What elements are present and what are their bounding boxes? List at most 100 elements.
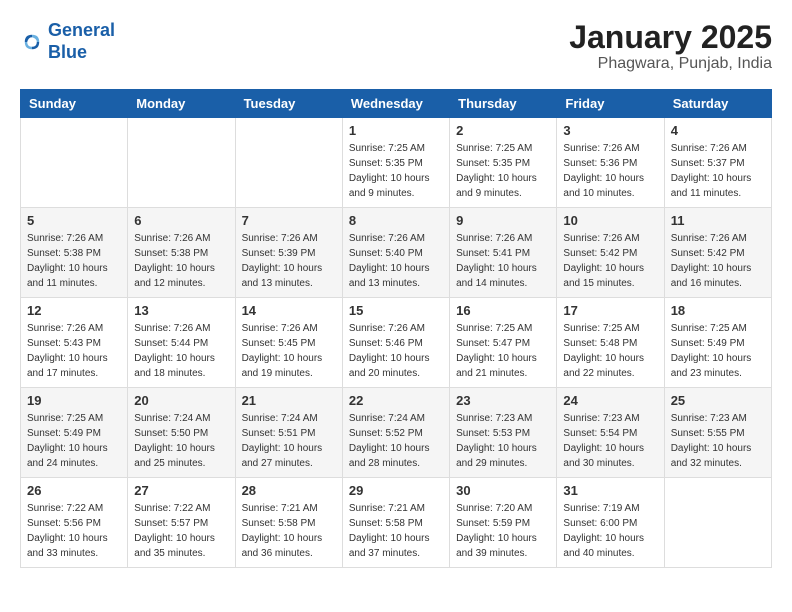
calendar-cell: 16Sunrise: 7:25 AM Sunset: 5:47 PM Dayli… [450, 298, 557, 388]
calendar-cell: 10 Sunrise: 7:26 AM Sunset: 5:42 PM Dayli… [557, 208, 664, 298]
day-number: 11 [671, 213, 765, 228]
calendar-cell: 17Sunrise: 7:25 AM Sunset: 5:48 PM Dayli… [557, 298, 664, 388]
day-number: 6 [134, 213, 228, 228]
day-number: 9 [456, 213, 550, 228]
day-number: 22 [349, 393, 443, 408]
calendar-cell: 6 Sunrise: 7:26 AM Sunset: 5:38 PM Daylig… [128, 208, 235, 298]
calendar-cell: 2Sunrise: 7:25 AM Sunset: 5:35 PM Daylig… [450, 118, 557, 208]
day-number: 7 [242, 213, 336, 228]
logo-text: General Blue [48, 20, 115, 63]
day-number: 14 [242, 303, 336, 318]
weekday-header-row: SundayMondayTuesdayWednesdayThursdayFrid… [21, 90, 772, 118]
day-number: 18 [671, 303, 765, 318]
logo-icon [20, 30, 44, 54]
day-info: Sunrise: 7:26 AM Sunset: 5:39 PM Dayligh… [242, 231, 336, 291]
calendar-cell: 19 Sunrise: 7:25 AM Sunset: 5:49 PM Dayli… [21, 388, 128, 478]
day-number: 31 [563, 483, 657, 498]
logo-line1: General [48, 20, 115, 40]
day-number: 28 [242, 483, 336, 498]
calendar-cell: 20Sunrise: 7:24 AM Sunset: 5:50 PM Dayli… [128, 388, 235, 478]
day-info: Sunrise: 7:26 AM Sunset: 5:42 PM Dayligh… [563, 231, 657, 291]
day-number: 30 [456, 483, 550, 498]
calendar-cell: 8 Sunrise: 7:26 AM Sunset: 5:40 PM Daylig… [342, 208, 449, 298]
week-row-5: 26Sunrise: 7:22 AM Sunset: 5:56 PM Dayli… [21, 478, 772, 568]
day-info: Sunrise: 7:23 AM Sunset: 5:55 PM Dayligh… [671, 411, 765, 471]
calendar-cell: 26Sunrise: 7:22 AM Sunset: 5:56 PM Dayli… [21, 478, 128, 568]
day-info: Sunrise: 7:26 AM Sunset: 5:43 PM Dayligh… [27, 321, 121, 381]
calendar-cell: 11 Sunrise: 7:26 AM Sunset: 5:42 PM Dayli… [664, 208, 771, 298]
calendar-cell: 28Sunrise: 7:21 AM Sunset: 5:58 PM Dayli… [235, 478, 342, 568]
day-info: Sunrise: 7:26 AM Sunset: 5:40 PM Dayligh… [349, 231, 443, 291]
day-number: 24 [563, 393, 657, 408]
day-info: Sunrise: 7:23 AM Sunset: 5:53 PM Dayligh… [456, 411, 550, 471]
day-info: Sunrise: 7:25 AM Sunset: 5:49 PM Dayligh… [671, 321, 765, 381]
day-info: Sunrise: 7:26 AM Sunset: 5:36 PM Dayligh… [563, 141, 657, 201]
day-info: Sunrise: 7:26 AM Sunset: 5:37 PM Dayligh… [671, 141, 765, 201]
calendar-cell: 7 Sunrise: 7:26 AM Sunset: 5:39 PM Daylig… [235, 208, 342, 298]
day-info: Sunrise: 7:26 AM Sunset: 5:46 PM Dayligh… [349, 321, 443, 381]
calendar-cell: 22 Sunrise: 7:24 AM Sunset: 5:52 PM Dayli… [342, 388, 449, 478]
calendar-cell [664, 478, 771, 568]
day-number: 3 [563, 123, 657, 138]
logo: General Blue [20, 20, 115, 63]
day-number: 1 [349, 123, 443, 138]
day-number: 5 [27, 213, 121, 228]
weekday-header-saturday: Saturday [664, 90, 771, 118]
month-title: January 2025 [569, 20, 772, 55]
day-info: Sunrise: 7:26 AM Sunset: 5:41 PM Dayligh… [456, 231, 550, 291]
calendar-cell: 30 Sunrise: 7:20 AM Sunset: 5:59 PM Dayli… [450, 478, 557, 568]
calendar-cell: 12 Sunrise: 7:26 AM Sunset: 5:43 PM Dayli… [21, 298, 128, 388]
weekday-header-wednesday: Wednesday [342, 90, 449, 118]
week-row-3: 12 Sunrise: 7:26 AM Sunset: 5:43 PM Dayli… [21, 298, 772, 388]
day-info: Sunrise: 7:25 AM Sunset: 5:49 PM Dayligh… [27, 411, 121, 471]
day-number: 23 [456, 393, 550, 408]
day-info: Sunrise: 7:26 AM Sunset: 5:44 PM Dayligh… [134, 321, 228, 381]
page-header: General Blue January 2025 Phagwara, Punj… [20, 20, 772, 73]
week-row-1: 1 Sunrise: 7:25 AM Sunset: 5:35 PM Daylig… [21, 118, 772, 208]
day-number: 20 [134, 393, 228, 408]
day-number: 15 [349, 303, 443, 318]
day-info: Sunrise: 7:26 AM Sunset: 5:45 PM Dayligh… [242, 321, 336, 381]
day-number: 27 [134, 483, 228, 498]
calendar-cell: 21 Sunrise: 7:24 AM Sunset: 5:51 PM Dayli… [235, 388, 342, 478]
day-info: Sunrise: 7:25 AM Sunset: 5:35 PM Dayligh… [349, 141, 443, 201]
day-number: 17 [563, 303, 657, 318]
calendar-cell: 14 Sunrise: 7:26 AM Sunset: 5:45 PM Dayli… [235, 298, 342, 388]
day-info: Sunrise: 7:26 AM Sunset: 5:38 PM Dayligh… [134, 231, 228, 291]
day-number: 8 [349, 213, 443, 228]
day-info: Sunrise: 7:26 AM Sunset: 5:38 PM Dayligh… [27, 231, 121, 291]
day-info: Sunrise: 7:26 AM Sunset: 5:42 PM Dayligh… [671, 231, 765, 291]
day-number: 21 [242, 393, 336, 408]
day-number: 19 [27, 393, 121, 408]
calendar-cell: 1 Sunrise: 7:25 AM Sunset: 5:35 PM Daylig… [342, 118, 449, 208]
day-info: Sunrise: 7:20 AM Sunset: 5:59 PM Dayligh… [456, 501, 550, 561]
day-number: 16 [456, 303, 550, 318]
calendar-cell: 13 Sunrise: 7:26 AM Sunset: 5:44 PM Dayli… [128, 298, 235, 388]
calendar-cell: 24 Sunrise: 7:23 AM Sunset: 5:54 PM Dayli… [557, 388, 664, 478]
logo-line2: Blue [48, 42, 115, 64]
day-info: Sunrise: 7:24 AM Sunset: 5:51 PM Dayligh… [242, 411, 336, 471]
day-number: 25 [671, 393, 765, 408]
day-number: 26 [27, 483, 121, 498]
weekday-header-friday: Friday [557, 90, 664, 118]
day-info: Sunrise: 7:23 AM Sunset: 5:54 PM Dayligh… [563, 411, 657, 471]
day-info: Sunrise: 7:24 AM Sunset: 5:52 PM Dayligh… [349, 411, 443, 471]
calendar-cell: 9 Sunrise: 7:26 AM Sunset: 5:41 PM Daylig… [450, 208, 557, 298]
day-number: 12 [27, 303, 121, 318]
calendar-cell: 18 Sunrise: 7:25 AM Sunset: 5:49 PM Dayli… [664, 298, 771, 388]
day-info: Sunrise: 7:22 AM Sunset: 5:57 PM Dayligh… [134, 501, 228, 561]
day-number: 13 [134, 303, 228, 318]
day-number: 10 [563, 213, 657, 228]
calendar-cell: 15 Sunrise: 7:26 AM Sunset: 5:46 PM Dayli… [342, 298, 449, 388]
day-info: Sunrise: 7:25 AM Sunset: 5:35 PM Dayligh… [456, 141, 550, 201]
weekday-header-tuesday: Tuesday [235, 90, 342, 118]
calendar-cell: 29Sunrise: 7:21 AM Sunset: 5:58 PM Dayli… [342, 478, 449, 568]
week-row-4: 19 Sunrise: 7:25 AM Sunset: 5:49 PM Dayli… [21, 388, 772, 478]
calendar-cell: 4Sunrise: 7:26 AM Sunset: 5:37 PM Daylig… [664, 118, 771, 208]
calendar-cell: 31Sunrise: 7:19 AM Sunset: 6:00 PM Dayli… [557, 478, 664, 568]
weekday-header-thursday: Thursday [450, 90, 557, 118]
title-area: January 2025 Phagwara, Punjab, India [569, 20, 772, 73]
calendar-table: SundayMondayTuesdayWednesdayThursdayFrid… [20, 89, 772, 568]
weekday-header-monday: Monday [128, 90, 235, 118]
day-number: 29 [349, 483, 443, 498]
